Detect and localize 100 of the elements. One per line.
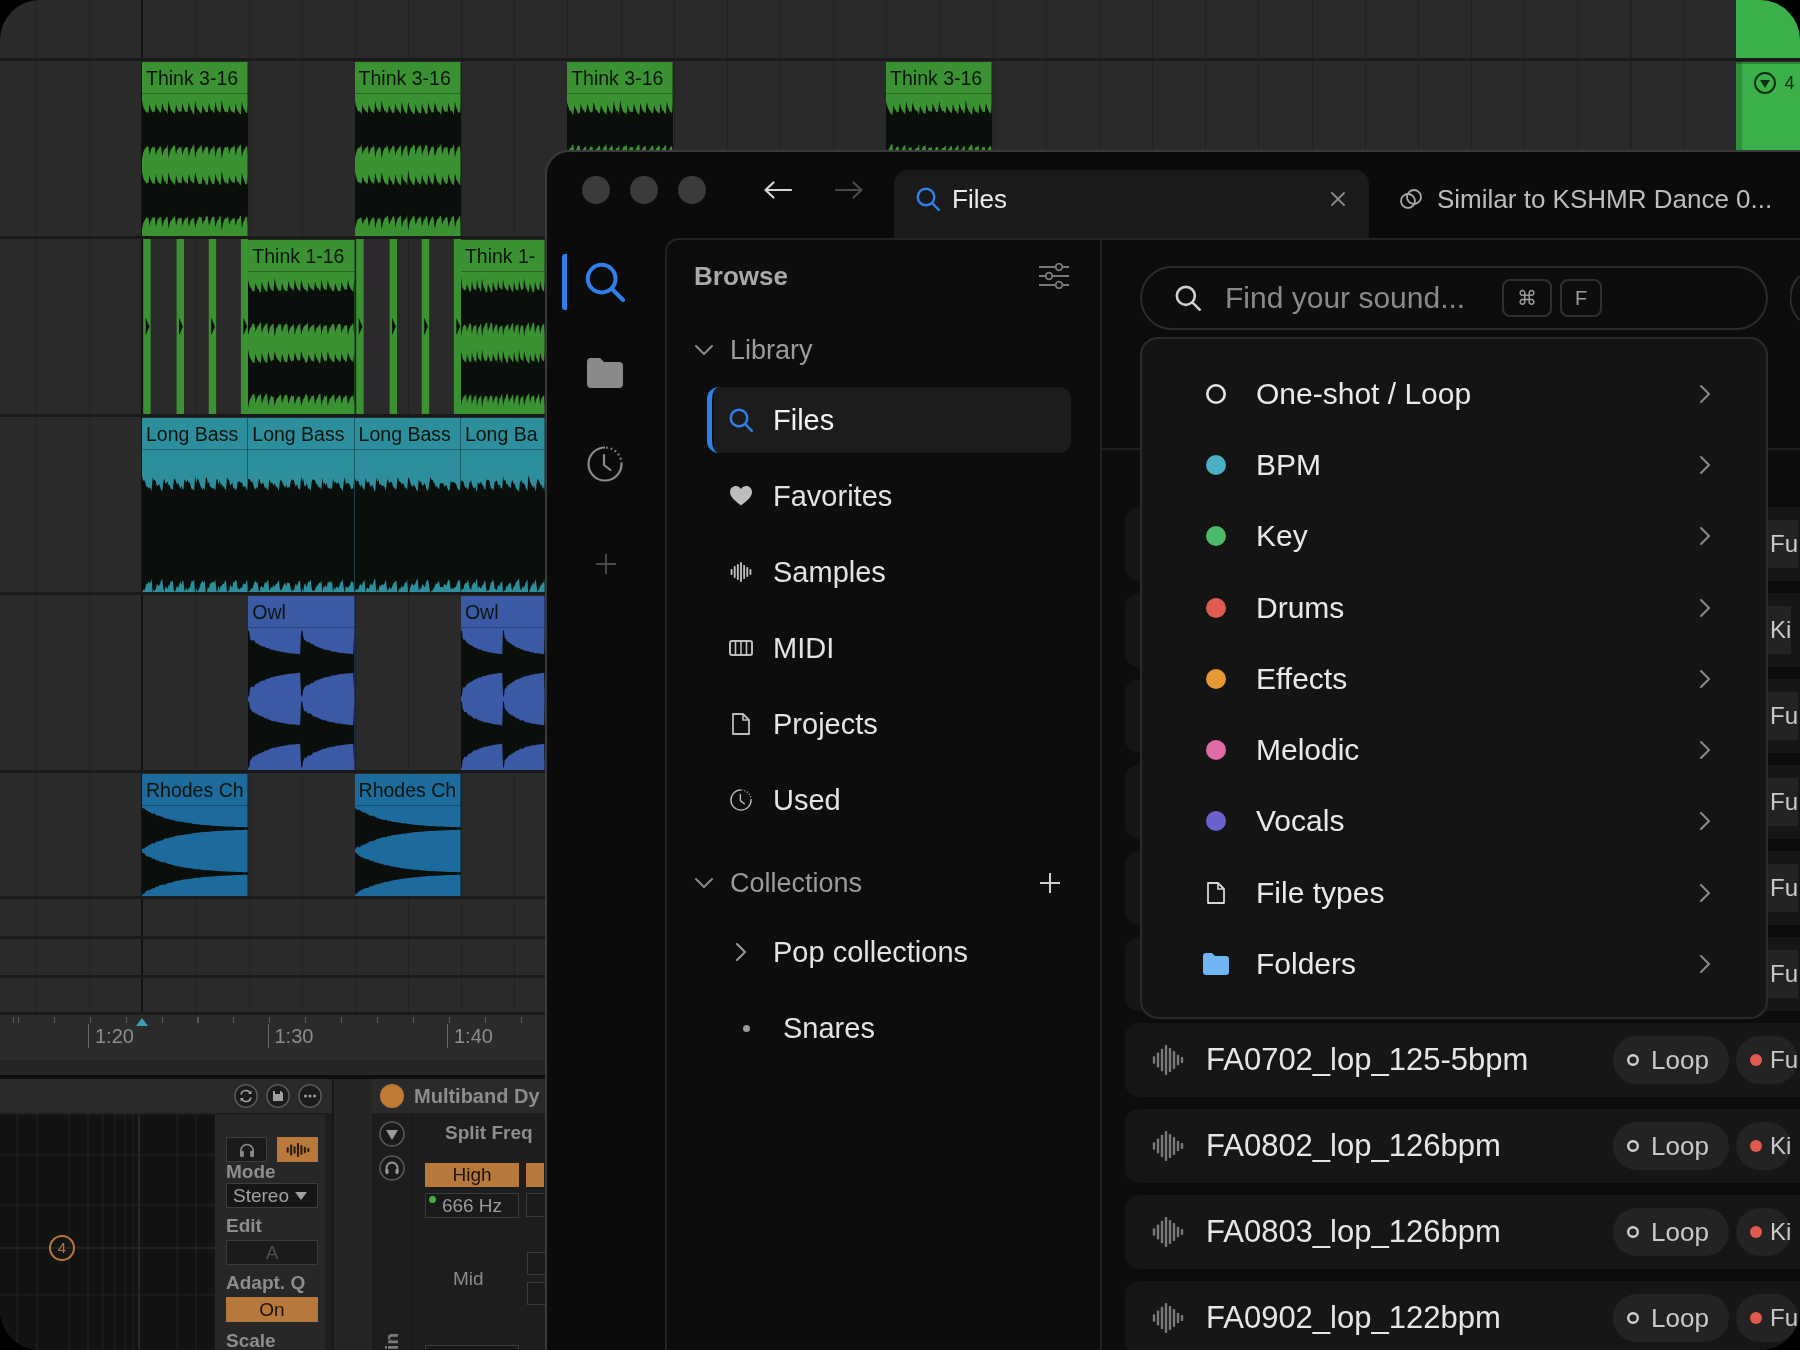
sidebar-item[interactable]: Pop collections: [707, 919, 1071, 985]
clip-name: Rhodes Ch: [358, 779, 457, 801]
more-icon[interactable]: [298, 1084, 322, 1108]
search-field[interactable]: Find your sound... ⌘ F: [1140, 266, 1768, 330]
tag[interactable]: Fu: [1736, 1294, 1798, 1342]
sidebar-item[interactable]: Samples: [707, 539, 1071, 605]
menu-item[interactable]: One-shot / Loop: [1142, 358, 1766, 430]
menu-item[interactable]: Drums: [1142, 571, 1766, 644]
band-button[interactable]: High: [425, 1163, 519, 1187]
tag[interactable]: Fu: [1736, 1036, 1798, 1084]
sidebar-item[interactable]: Favorites: [707, 463, 1071, 529]
result-row[interactable]: FA0902_lop_122bpm Loop Fu: [1125, 1281, 1800, 1350]
toggle-button[interactable]: [526, 1163, 544, 1187]
search-input[interactable]: Find your sound...: [1225, 281, 1491, 315]
value-field[interactable]: [527, 1282, 545, 1305]
audio-clip[interactable]: Think 3-16: [142, 62, 249, 236]
tag[interactable]: Fu: [1768, 778, 1798, 826]
audio-clip[interactable]: Think 1-: [460, 240, 545, 414]
save-icon[interactable]: [266, 1084, 290, 1108]
tag[interactable]: Ki: [1736, 1122, 1792, 1170]
clip-slices[interactable]: [354, 239, 461, 414]
spectrum-button[interactable]: [277, 1137, 318, 1162]
audio-clip[interactable]: Long Ba: [460, 418, 545, 592]
result-row[interactable]: FA0802_lop_126bpm Loop Ki: [1125, 1109, 1800, 1183]
tag[interactable]: Loop: [1613, 1294, 1729, 1342]
back-arrow-icon[interactable]: [764, 181, 792, 199]
tag[interactable]: Fu: [1768, 864, 1798, 912]
tag[interactable]: Fu: [1768, 950, 1798, 998]
menu-item[interactable]: BPM: [1142, 429, 1766, 501]
param-label: Mode: [226, 1162, 276, 1182]
tag[interactable]: Loop: [1613, 1036, 1729, 1084]
tab[interactable]: Similar to KSHMR Dance 0...: [1396, 170, 1797, 238]
sidebar-item[interactable]: Files: [707, 387, 1071, 453]
key-hint: F: [1560, 279, 1602, 317]
tag[interactable]: Fu: [1768, 692, 1798, 740]
sidebar-item[interactable]: Projects: [707, 691, 1071, 757]
ring-icon: [1627, 1312, 1639, 1324]
file-name: FA0802_lop_126bpm: [1206, 1128, 1501, 1164]
sliders-icon[interactable]: [1039, 263, 1069, 289]
clip-name: 4: [1784, 72, 1795, 94]
folder-icon: [1203, 953, 1229, 975]
ring-icon: [1627, 1140, 1639, 1152]
folder-icon: [586, 358, 623, 388]
overlapping-circles-icon: [1400, 189, 1422, 209]
audio-clip[interactable]: Long Bass: [354, 418, 461, 592]
clip-name: Think 3-16: [358, 67, 451, 89]
clip-name: Long Bass: [358, 423, 451, 445]
waveform-icon: [1152, 1131, 1184, 1161]
band-handle[interactable]: 4: [49, 1235, 75, 1261]
audio-clip[interactable]: Think 1-16: [248, 240, 355, 414]
tag[interactable]: Ki: [1768, 606, 1792, 654]
clip-slices[interactable]: [142, 239, 249, 414]
audio-clip[interactable]: Think 3-16: [567, 62, 674, 150]
audio-clip[interactable]: Long Bass: [142, 418, 249, 592]
value-field[interactable]: [425, 1345, 519, 1350]
device-power-icon[interactable]: [380, 1084, 404, 1108]
value-field[interactable]: [526, 1193, 544, 1217]
menu-item[interactable]: Key: [1142, 500, 1766, 572]
time-label: 1:20: [88, 1024, 134, 1048]
menu-item[interactable]: Folders: [1142, 928, 1766, 1000]
triangle-circle-icon[interactable]: [1754, 72, 1777, 94]
waveform-icon: [730, 562, 752, 582]
file-name: FA0803_lop_126bpm: [1206, 1214, 1501, 1250]
tag[interactable]: Ki: [1736, 1208, 1792, 1256]
tag[interactable]: Loop: [1613, 1122, 1729, 1170]
device-title: Multiband Dy: [414, 1084, 540, 1108]
tab[interactable]: Files: [894, 170, 1369, 238]
dropdown[interactable]: Stereo: [226, 1183, 318, 1208]
chevron-right-icon[interactable]: [736, 943, 746, 961]
clip-name: Long Bass: [146, 423, 239, 445]
triangle-down-icon[interactable]: [378, 1121, 405, 1147]
audio-clip[interactable]: Think 3-16: [886, 62, 993, 150]
toggle-button[interactable]: On: [226, 1297, 318, 1322]
bullet-icon: [742, 1024, 750, 1032]
menu-item[interactable]: Melodic: [1142, 714, 1766, 786]
toggle-button[interactable]: [527, 1252, 545, 1275]
tag[interactable]: Loop: [1613, 1208, 1729, 1256]
sidebar-item[interactable]: Snares: [707, 995, 1071, 1061]
chevron-down-icon[interactable]: [695, 878, 713, 888]
menu-item[interactable]: Vocals: [1142, 785, 1766, 858]
menu-item[interactable]: File types: [1142, 857, 1766, 929]
audio-clip[interactable]: Long Bass: [248, 418, 355, 592]
frequency-field[interactable]: 666 Hz: [425, 1193, 519, 1218]
refresh-icon[interactable]: [234, 1084, 258, 1108]
chevron-down-icon[interactable]: [695, 345, 713, 355]
audio-clip[interactable]: 4: [1736, 62, 1800, 150]
close-icon[interactable]: [1331, 192, 1345, 206]
param-label: Adapt. Q: [226, 1273, 306, 1293]
sidebar-item[interactable]: Used: [707, 767, 1071, 833]
waveform-icon: [1152, 1045, 1184, 1075]
audio-clip[interactable]: Think 3-16: [354, 62, 461, 236]
playhead-marker-icon[interactable]: [136, 1018, 148, 1026]
headphones-icon[interactable]: [378, 1155, 405, 1181]
sidebar-item[interactable]: MIDI: [707, 615, 1071, 681]
result-row[interactable]: FA0803_lop_126bpm Loop Ki: [1125, 1195, 1800, 1269]
headphones-button[interactable]: [226, 1137, 267, 1162]
menu-item[interactable]: Effects: [1142, 643, 1766, 715]
clip-name: Think 3-16: [571, 67, 664, 89]
tag[interactable]: Fu: [1768, 520, 1798, 568]
result-row[interactable]: FA0702_lop_125-5bpm Loop Fu: [1125, 1023, 1800, 1097]
